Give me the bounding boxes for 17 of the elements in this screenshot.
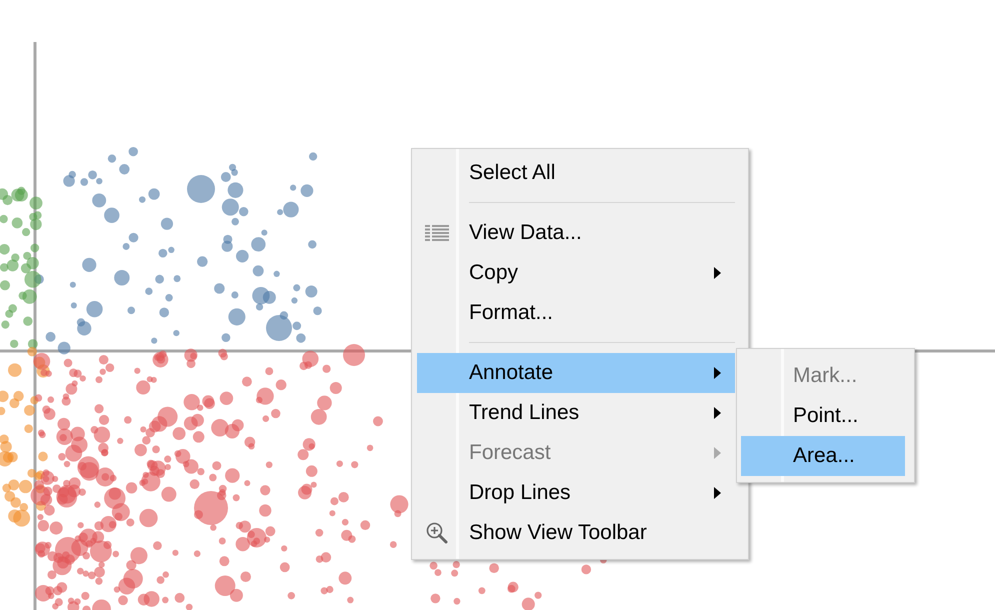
menu-item[interactable]: Show View Toolbar [417, 513, 735, 553]
menu-item[interactable]: Select All [417, 153, 735, 193]
submenu-arrow-icon [714, 447, 721, 459]
zoom-in-icon [426, 522, 448, 544]
menu-item[interactable]: View Data... [417, 213, 735, 253]
menu-item[interactable]: Copy [417, 253, 735, 293]
menu-item[interactable]: Format... [417, 293, 735, 333]
submenu-arrow-icon [714, 487, 721, 499]
menu-item[interactable]: Annotate [417, 353, 735, 393]
menu-item[interactable]: Drop Lines [417, 473, 735, 513]
submenu-arrow-icon [714, 367, 721, 379]
submenu-arrow-icon [714, 267, 721, 279]
submenu-arrow-icon [714, 407, 721, 419]
menu-item[interactable]: Area... [741, 436, 905, 476]
table-icon [424, 224, 448, 242]
menu-item[interactable]: Point... [741, 396, 905, 436]
menu-item[interactable]: Trend Lines [417, 393, 735, 433]
